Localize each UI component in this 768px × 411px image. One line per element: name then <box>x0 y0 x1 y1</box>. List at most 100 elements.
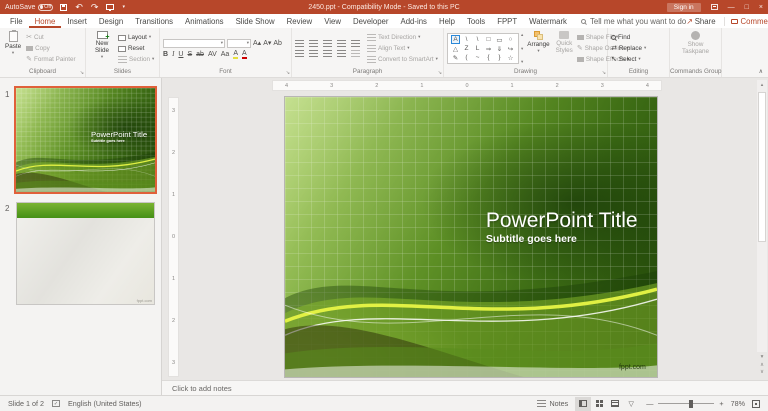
scroll-up-icon[interactable]: ▴ <box>757 80 767 90</box>
language-indicator[interactable]: English (United States) <box>68 399 142 408</box>
shape-icon-down-arrow[interactable]: ⇓ <box>497 45 502 53</box>
decrease-indent-icon[interactable] <box>323 40 332 47</box>
align-center-icon[interactable] <box>309 50 318 57</box>
notes-pane[interactable]: Click to add notes <box>162 380 768 395</box>
shape-icon-curve[interactable]: ~ <box>476 54 480 61</box>
select-button[interactable]: ↖ Select ▾ <box>611 56 646 63</box>
change-case-button[interactable]: Aa <box>221 51 230 58</box>
font-size-combobox[interactable]: ▾ <box>227 38 251 48</box>
find-button[interactable]: Find <box>611 34 646 41</box>
columns-icon[interactable] <box>351 50 360 57</box>
minimize-icon[interactable]: — <box>728 4 735 11</box>
shape-icon-star[interactable]: ☆ <box>508 54 514 62</box>
tab-help[interactable]: Help <box>433 14 461 28</box>
shape-icon-bent-arrow[interactable]: ↪ <box>508 45 513 53</box>
copy-button[interactable]: Copy <box>26 45 76 52</box>
reset-button[interactable]: Reset <box>118 45 154 52</box>
convert-smartart-button[interactable]: Convert to SmartArt ▾ <box>367 56 438 63</box>
shapes-scroll-down-icon[interactable]: ▾ <box>521 46 523 52</box>
comments-button[interactable]: Comments <box>730 17 768 26</box>
tab-developer[interactable]: Developer <box>347 14 395 28</box>
slide-canvas[interactable]: PowerPoint Title Subtitle goes here fppt… <box>285 97 657 377</box>
strikethrough-button[interactable]: S <box>187 51 192 58</box>
share-button[interactable]: ↗ Share <box>686 16 725 26</box>
collapse-ribbon-icon[interactable]: ∧ <box>759 68 763 75</box>
tab-fppt[interactable]: FPPT <box>491 14 523 28</box>
shape-icon-right-arrow[interactable]: ⇒ <box>486 45 491 53</box>
text-direction-button[interactable]: Text Direction ▾ <box>367 34 438 41</box>
section-button[interactable]: Section ▾ <box>118 56 154 63</box>
sign-in-button[interactable]: Sign in <box>666 2 701 12</box>
start-from-beginning-icon[interactable] <box>106 4 115 11</box>
italic-button[interactable]: I <box>172 50 174 58</box>
format-painter-button[interactable]: ✎ Format Painter <box>26 56 76 63</box>
dialog-launcher-icon[interactable]: ↘ <box>438 71 442 76</box>
autosave-toggle[interactable]: AutoSave Off <box>5 3 54 11</box>
tab-design[interactable]: Design <box>93 14 129 28</box>
vertical-scrollbar[interactable]: ▴ <box>757 80 767 352</box>
replace-button[interactable]: ⇄ Replace ▾ <box>611 45 646 52</box>
close-icon[interactable]: × <box>759 4 763 11</box>
justify-icon[interactable] <box>337 50 346 57</box>
slide-subtitle-text[interactable]: Subtitle goes here <box>486 233 577 245</box>
notes-toggle-button[interactable]: Notes <box>537 399 568 408</box>
next-slide-icon[interactable]: ∨ <box>760 369 764 376</box>
tab-tools[interactable]: Tools <box>461 14 491 28</box>
cut-button[interactable]: ✂ Cut <box>26 34 76 41</box>
slide-thumbnail-1[interactable]: PowerPoint Title Subtitle goes here <box>14 86 157 194</box>
shape-icon-elbow[interactable]: L <box>476 45 480 52</box>
tab-animations[interactable]: Animations <box>179 14 230 28</box>
grow-font-button[interactable]: A▴ <box>253 40 261 47</box>
shape-icon-textbox[interactable]: A <box>451 35 460 44</box>
tab-home[interactable]: Home <box>29 14 62 28</box>
redo-icon[interactable]: ↷ <box>91 2 99 12</box>
ribbon-display-options-icon[interactable] <box>710 4 718 10</box>
zoom-in-button[interactable]: + <box>719 399 723 408</box>
zoom-slider[interactable] <box>658 399 715 408</box>
scroll-down-icon[interactable]: ▾ <box>761 354 764 361</box>
shapes-scroll-up-icon[interactable]: ▴ <box>521 32 523 38</box>
undo-icon[interactable]: ↶ <box>75 2 83 12</box>
reading-view-button[interactable] <box>607 397 623 411</box>
underline-button[interactable]: U <box>178 51 183 58</box>
restore-icon[interactable]: □ <box>745 4 749 11</box>
text-shadow-button[interactable]: ab <box>196 51 204 58</box>
tab-slide-show[interactable]: Slide Show <box>230 14 281 28</box>
dialog-launcher-icon[interactable]: ↘ <box>286 71 290 76</box>
slide-title-text[interactable]: PowerPoint Title <box>486 209 638 233</box>
tab-transitions[interactable]: Transitions <box>129 14 179 28</box>
align-text-button[interactable]: Align Text ▾ <box>367 45 438 52</box>
font-color-button[interactable]: A <box>242 50 247 59</box>
layout-button[interactable]: Layout ▾ <box>118 34 154 41</box>
align-left-icon[interactable] <box>295 50 304 57</box>
slide-sorter-view-button[interactable] <box>591 397 607 411</box>
spell-check-icon[interactable]: ✓ <box>51 400 60 407</box>
save-icon[interactable] <box>60 3 68 11</box>
shape-icon-freeform[interactable]: ✎ <box>453 54 458 62</box>
tab-insert[interactable]: Insert <box>61 14 93 28</box>
bold-button[interactable]: B <box>163 51 168 58</box>
arrange-button[interactable]: Arrange ▾ <box>525 30 551 67</box>
customize-qat-icon[interactable]: ▾ <box>122 4 125 10</box>
paste-button[interactable]: Paste ▾ <box>3 30 23 67</box>
line-spacing-icon[interactable] <box>351 40 360 47</box>
tab-file[interactable]: File <box>4 14 29 28</box>
tell-me-search[interactable]: Tell me what you want to do <box>580 17 686 26</box>
shape-icon-oval[interactable]: ○ <box>509 36 513 43</box>
previous-slide-icon[interactable]: ∧ <box>760 362 764 369</box>
tab-watermark[interactable]: Watermark <box>523 14 573 28</box>
align-right-icon[interactable] <box>323 50 332 57</box>
shape-icon-rectangle[interactable]: □ <box>487 36 491 43</box>
zoom-out-button[interactable]: — <box>646 399 653 408</box>
character-spacing-button[interactable]: AV <box>208 51 217 58</box>
dialog-launcher-icon[interactable]: ↘ <box>602 71 606 76</box>
scrollbar-thumb[interactable] <box>758 92 766 242</box>
tab-review[interactable]: Review <box>281 14 319 28</box>
normal-view-button[interactable] <box>575 396 592 411</box>
clear-formatting-button[interactable]: Ab <box>273 40 282 47</box>
shape-icon-rounded-rectangle[interactable]: ▭ <box>496 36 502 44</box>
show-taskpane-button[interactable]: Show Taskpane <box>676 30 716 67</box>
tab-view[interactable]: View <box>318 14 347 28</box>
shapes-more-icon[interactable]: ▾ <box>521 59 523 65</box>
slide-thumbnail-2[interactable]: fppt.com <box>16 202 155 305</box>
